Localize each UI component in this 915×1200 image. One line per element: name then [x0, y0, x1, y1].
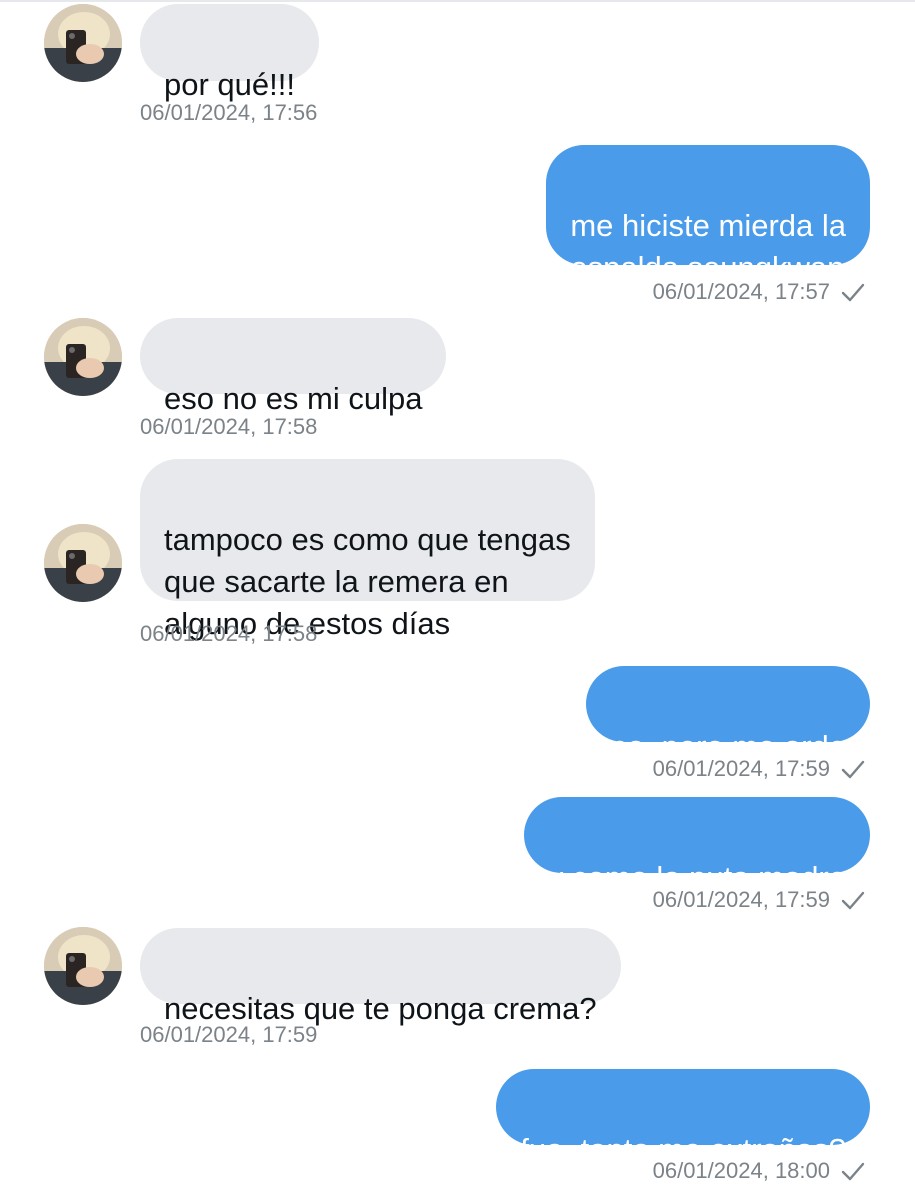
avatar[interactable] [44, 927, 122, 1005]
message-timestamp: 06/01/2024, 17:58 [140, 621, 318, 646]
message-bubble[interactable]: me hiciste mierda la espalda seungkwan [546, 145, 870, 285]
message-timestamp: 06/01/2024, 17:57 [652, 279, 830, 304]
message-bubble[interactable]: necesitas que te ponga crema? [140, 928, 621, 1026]
avatar[interactable] [44, 4, 122, 82]
message-timestamp: 06/01/2024, 17:59 [652, 756, 830, 781]
avatar[interactable] [44, 524, 122, 602]
message-text: por qué!!! [164, 67, 295, 102]
message-text: necesitas que te ponga crema? [164, 991, 597, 1026]
message-timestamp: 06/01/2024, 17:56 [140, 100, 318, 125]
top-divider [0, 0, 915, 2]
avatar[interactable] [44, 318, 122, 396]
message-text: me hiciste mierda la espalda seungkwan [570, 208, 846, 285]
message-timestamp: 06/01/2024, 17:59 [140, 1022, 318, 1047]
message-bubble[interactable]: por qué!!! [140, 4, 319, 102]
message-text: eso no es mi culpa [164, 381, 423, 416]
checkmark-icon [841, 891, 865, 910]
message-bubble[interactable]: no, pero me arde [585, 666, 870, 764]
checkmark-icon [841, 1162, 865, 1181]
message-timestamp: 06/01/2024, 17:59 [652, 887, 830, 912]
message-bubble[interactable]: y como la puta madre [523, 797, 870, 895]
checkmark-icon [841, 283, 865, 302]
checkmark-icon [841, 760, 865, 779]
message-timestamp: 06/01/2024, 18:00 [652, 1158, 830, 1183]
message-timestamp: 06/01/2024, 17:58 [140, 414, 318, 439]
message-bubble[interactable]: tampoco es como que tengas que sacarte l… [140, 459, 595, 641]
message-bubble[interactable]: fua, tanto me extrañas? [496, 1069, 870, 1167]
message-bubble[interactable]: eso no es mi culpa [140, 318, 447, 416]
